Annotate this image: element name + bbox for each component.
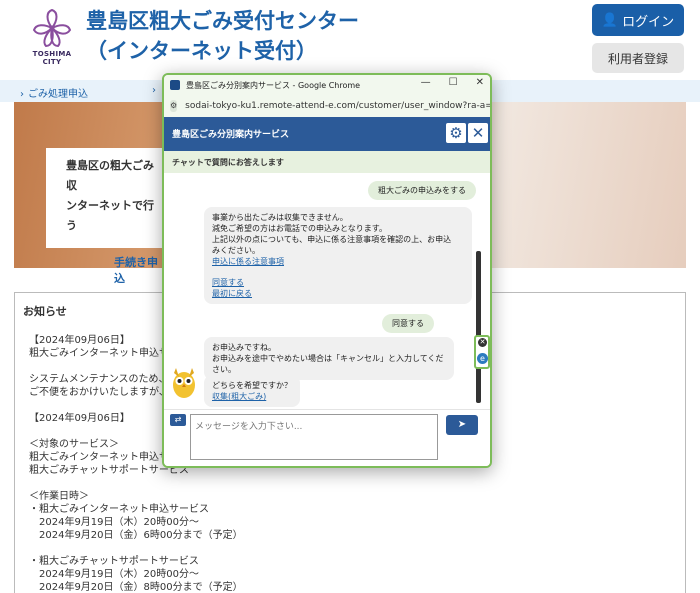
- notes-link[interactable]: 申込に係る注意事項: [212, 256, 464, 267]
- close-tab-icon[interactable]: ✕: [478, 338, 487, 347]
- user-icon: 👤: [601, 12, 619, 28]
- chat-input-row: ⇄ ➤: [164, 409, 490, 466]
- favicon-icon: [170, 80, 180, 90]
- send-button[interactable]: ➤: [446, 415, 478, 435]
- breadcrumb-item-2[interactable]: ›: [152, 85, 160, 96]
- logo-text: TOSHIMA CITY: [32, 50, 72, 66]
- chat-popup-window: 豊島区ごみ分別案内サービス - Google Chrome — ☐ ✕ ⚙ so…: [162, 73, 492, 468]
- hero-text-line2: ンターネットで行う: [66, 199, 154, 232]
- bot-message: どちらを希望ですか？ 収集(粗大ごみ): [204, 375, 300, 407]
- toshima-logo[interactable]: TOSHIMA CITY: [24, 8, 80, 68]
- hero-card: 豊島区の粗大ごみ収 ンターネットで行う 手続き申込: [46, 148, 166, 285]
- close-chat-icon[interactable]: ✕: [468, 123, 488, 143]
- flower-logo-icon: [32, 8, 72, 48]
- settings-icon[interactable]: ⚙: [446, 123, 466, 143]
- bot-question: どちらを希望ですか？: [212, 381, 292, 390]
- site-info-icon[interactable]: ⚙: [170, 100, 178, 112]
- chat-scrollbar[interactable]: [476, 251, 481, 403]
- register-button[interactable]: 利用者登録: [592, 43, 684, 73]
- owl-mascot-icon: [173, 368, 195, 398]
- edge-icon: e: [477, 353, 488, 364]
- breadcrumb-item-garbage[interactable]: › ごみ処理申込: [20, 85, 88, 100]
- chevron-right-icon: ›: [20, 89, 24, 100]
- bot-message: お申込みですね。 お申込みを途中でやめたい場合は「キャンセル」と入力してください…: [204, 337, 454, 380]
- bot-message: 事業から出たごみは収集できません。 減免ご希望の方はお電話での申込みとなります。…: [204, 207, 472, 304]
- user-message: 同意する: [382, 314, 434, 333]
- site-title-line1: 豊島区粗大ごみ受付センター: [86, 9, 359, 33]
- site-title-line2: （インターネット受付）: [86, 39, 317, 63]
- chat-header: 豊島区ごみ分別案内サービス: [164, 117, 490, 151]
- site-title: 豊島区粗大ごみ受付センター （インターネット受付）: [86, 6, 359, 66]
- breadcrumb-label: ごみ処理申込: [28, 89, 88, 100]
- login-label: ログイン: [622, 14, 675, 30]
- bot-message-text: 事業から出たごみは収集できません。 減免ご希望の方はお電話での申込みとなります。…: [212, 213, 452, 255]
- url-bar[interactable]: ⚙ sodai-tokyo-ku1.remote-attend-e.com/cu…: [164, 95, 490, 117]
- attach-icon[interactable]: ⇄: [170, 414, 186, 426]
- user-message: 粗大ごみの申込みをする: [368, 181, 476, 200]
- side-tab[interactable]: ✕ e: [474, 335, 490, 369]
- chevron-right-icon: ›: [152, 85, 156, 96]
- chat-subtitle: チャットで質問にお答えします: [164, 151, 490, 173]
- back-to-start-link[interactable]: 最初に戻る: [212, 288, 464, 299]
- send-icon: ➤: [457, 419, 467, 430]
- window-title: 豊島区ごみ分別案内サービス - Google Chrome: [186, 80, 361, 90]
- window-titlebar[interactable]: 豊島区ごみ分別案内サービス - Google Chrome — ☐ ✕: [164, 75, 490, 95]
- collection-option-link[interactable]: 収集(粗大ごみ): [212, 391, 292, 402]
- maximize-icon[interactable]: ☐: [449, 77, 458, 88]
- chat-title: 豊島区ごみ分別案内サービス: [172, 130, 290, 140]
- site-header: TOSHIMA CITY 豊島区粗大ごみ受付センター （インターネット受付） 👤…: [0, 0, 700, 80]
- hero-text-line1: 豊島区の粗大ごみ収: [66, 159, 154, 192]
- minimize-icon[interactable]: —: [421, 77, 431, 88]
- url-text: sodai-tokyo-ku1.remote-attend-e.com/cust…: [185, 101, 490, 111]
- hero-apply-link[interactable]: 手続き申込: [114, 254, 162, 286]
- message-input[interactable]: [190, 414, 438, 460]
- agree-link[interactable]: 同意する: [212, 277, 464, 288]
- login-button[interactable]: 👤 ログイン: [592, 4, 684, 36]
- window-controls: — ☐ ✕: [421, 77, 484, 88]
- close-window-icon[interactable]: ✕: [476, 77, 484, 88]
